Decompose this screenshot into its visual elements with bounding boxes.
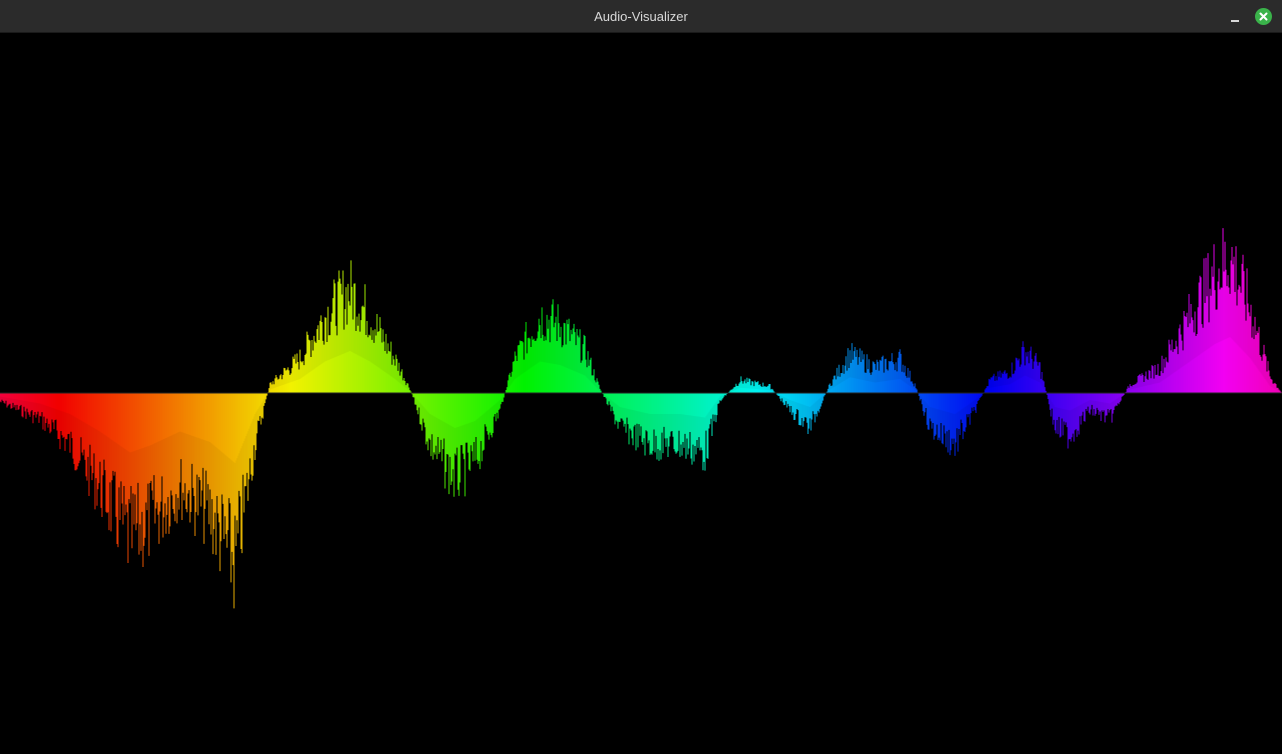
title-bar[interactable]: Audio-Visualizer bbox=[0, 0, 1282, 33]
app-window: Audio-Visualizer bbox=[0, 0, 1282, 754]
window-title: Audio-Visualizer bbox=[594, 9, 688, 24]
close-icon[interactable] bbox=[1255, 8, 1272, 25]
minimize-icon[interactable] bbox=[1226, 8, 1244, 26]
waveform-canvas bbox=[0, 33, 1282, 754]
